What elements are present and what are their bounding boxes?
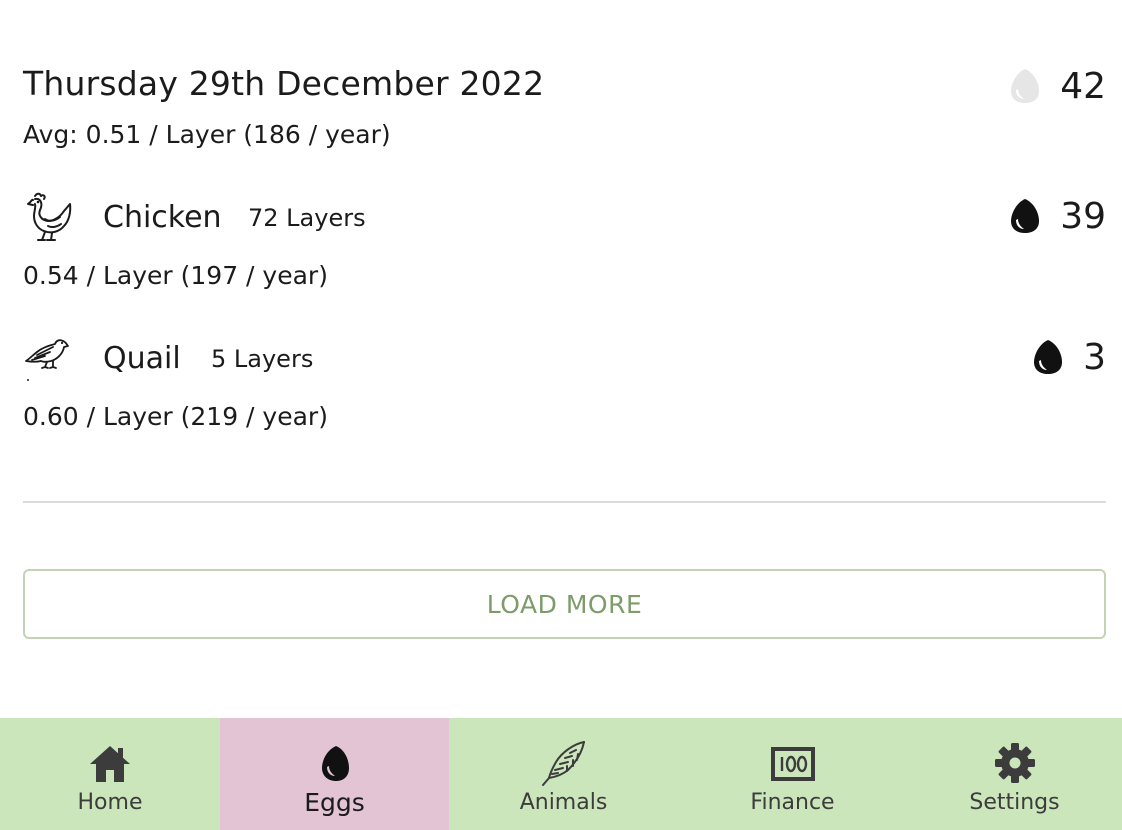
money-icon: [770, 747, 815, 781]
nav-item-animals[interactable]: Animals: [449, 718, 678, 830]
nav-label-animals: Animals: [519, 790, 608, 815]
nav-item-settings[interactable]: Settings: [907, 718, 1122, 830]
day-summary-header[interactable]: Thursday 29th December 2022 42: [23, 62, 1106, 112]
species-count-value-quail: 3: [1083, 336, 1106, 378]
species-rate-quail: 0.60 / Layer (219 / year): [23, 402, 328, 431]
species-row-chicken[interactable]: Chicken 72 Layers 39: [23, 190, 1106, 246]
nav-item-home[interactable]: Home: [0, 718, 220, 830]
feather-icon: [541, 741, 585, 786]
species-layers-quail: 5 Layers: [211, 345, 314, 373]
species-rate-chicken: 0.54 / Layer (197 / year): [23, 261, 328, 290]
egg-log-page: Thursday 29th December 2022 42 Avg: 0.51…: [0, 0, 1122, 830]
quail-icon: [25, 339, 69, 381]
load-more-button[interactable]: LOAD MORE: [23, 569, 1106, 639]
bottom-navigation: Home Eggs Animals Finance Settings: [0, 718, 1122, 830]
species-row-quail[interactable]: Quail 5 Layers 3: [23, 331, 1106, 387]
species-name-chicken: Chicken: [103, 200, 222, 235]
egg-filled-icon: [1011, 199, 1040, 233]
day-title: Thursday 29th December 2022: [23, 64, 545, 103]
species-count-value-chicken: 39: [1060, 195, 1106, 237]
gear-icon: [994, 743, 1035, 783]
nav-label-eggs: Eggs: [304, 788, 365, 817]
egg-filled-icon: [1034, 340, 1063, 374]
nav-label-home: Home: [77, 790, 143, 815]
nav-item-finance[interactable]: Finance: [678, 718, 907, 830]
nav-label-finance: Finance: [750, 790, 835, 815]
egg-icon: [321, 746, 349, 781]
nav-item-eggs[interactable]: Eggs: [220, 718, 449, 830]
species-name-quail: Quail: [103, 341, 181, 376]
day-average: Avg: 0.51 / Layer (186 / year): [23, 120, 391, 149]
day-total: 42: [1010, 62, 1106, 110]
section-divider: [23, 501, 1106, 503]
species-layers-chicken: 72 Layers: [248, 204, 366, 232]
chicken-icon: [27, 192, 72, 241]
home-icon: [90, 746, 130, 782]
species-count-quail: 3: [1033, 333, 1106, 381]
egg-outline-icon: [1011, 69, 1040, 103]
species-count-chicken: 39: [1010, 192, 1106, 240]
day-total-count: 42: [1060, 65, 1106, 107]
nav-label-settings: Settings: [969, 790, 1060, 815]
